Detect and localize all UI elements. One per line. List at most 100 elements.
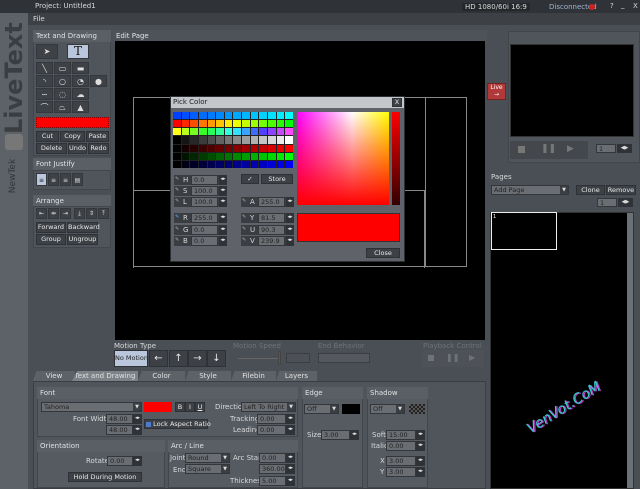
palette-swatch[interactable]: [242, 160, 250, 168]
justify-full-icon[interactable]: ▤: [72, 173, 83, 186]
palette-swatch[interactable]: [181, 120, 190, 128]
palette-swatch[interactable]: [259, 128, 268, 136]
y-stepper[interactable]: ◂▸: [286, 213, 294, 223]
dialog-close-button[interactable]: Close: [366, 248, 400, 258]
align-right-icon[interactable]: ⇥: [60, 208, 71, 219]
palette-swatch[interactable]: [207, 120, 216, 128]
edge-mode-dropdown[interactable]: Off ▼: [304, 404, 339, 414]
palette-swatch[interactable]: [250, 144, 259, 152]
shadow-soft-field[interactable]: 15.00: [386, 430, 416, 440]
backward-button[interactable]: Backward: [67, 222, 100, 233]
v-field[interactable]: 239.9: [258, 236, 285, 246]
tab-view[interactable]: View: [33, 371, 75, 381]
stop-icon[interactable]: [518, 146, 525, 153]
palette-swatch[interactable]: [233, 136, 242, 144]
palette-swatch[interactable]: [181, 112, 190, 120]
store-button[interactable]: Store: [261, 174, 293, 184]
arc-end-field[interactable]: 360.00: [259, 464, 286, 474]
rotate-field[interactable]: 0.00: [107, 456, 133, 466]
palette-swatch[interactable]: [259, 112, 268, 120]
preview-page-field[interactable]: 1: [596, 144, 616, 153]
palette-swatch[interactable]: [190, 144, 198, 152]
arc-tool-icon[interactable]: ◝: [36, 75, 53, 87]
palette-swatch[interactable]: [285, 128, 293, 136]
rectangle-tool-icon[interactable]: ▭: [54, 62, 71, 74]
filled-trapezoid-tool-icon[interactable]: ▲: [72, 101, 89, 113]
edge-size-stepper[interactable]: ◂▸: [350, 430, 359, 440]
palette-swatch[interactable]: [173, 136, 181, 144]
a-field[interactable]: 255.0: [258, 197, 285, 207]
channel-toggle-icon[interactable]: ✎: [242, 237, 246, 243]
palette-swatch[interactable]: [207, 144, 216, 152]
palette-swatch[interactable]: [198, 144, 207, 152]
palette-swatch[interactable]: [276, 144, 285, 152]
channel-toggle-icon[interactable]: ✎: [175, 226, 179, 232]
underline-button[interactable]: U: [195, 402, 205, 412]
arc-end-stepper[interactable]: ◂▸: [286, 464, 295, 474]
trapezoid-tool-icon[interactable]: ⏢: [54, 101, 71, 113]
palette-swatch[interactable]: [233, 128, 242, 136]
tab-text-and-drawing[interactable]: Text and Drawing: [72, 371, 138, 381]
thickness-stepper[interactable]: ◂▸: [286, 476, 295, 486]
shadow-x-stepper[interactable]: ◂▸: [416, 456, 425, 466]
palette-swatch[interactable]: [181, 136, 190, 144]
motion-down-button[interactable]: ↓: [207, 350, 226, 367]
palette-swatch[interactable]: [268, 128, 276, 136]
palette-swatch[interactable]: [233, 120, 242, 128]
palette-swatch[interactable]: [190, 160, 198, 168]
direction-dropdown[interactable]: Left To Right ▼: [241, 402, 296, 412]
pie-tool-icon[interactable]: ◔: [72, 75, 89, 87]
palette-swatch[interactable]: [216, 120, 224, 128]
palette-swatch[interactable]: [173, 144, 181, 152]
palette-swatch[interactable]: [198, 128, 207, 136]
s-stepper[interactable]: ◂▸: [219, 186, 227, 196]
palette-swatch[interactable]: [207, 128, 216, 136]
filled-ellipse-tool-icon[interactable]: ●: [90, 75, 107, 87]
palette-swatch[interactable]: [190, 120, 198, 128]
palette-swatch[interactable]: [224, 120, 233, 128]
motion-left-button[interactable]: ←: [149, 350, 168, 367]
channel-toggle-icon[interactable]: ✎: [175, 187, 179, 193]
palette-swatch[interactable]: [173, 152, 181, 160]
palette-swatch[interactable]: [190, 152, 198, 160]
font-height-stepper[interactable]: ◂▸: [133, 425, 142, 435]
shadow-mode-dropdown[interactable]: Off ▼: [370, 404, 405, 414]
edge-color-swatch[interactable]: [342, 404, 360, 414]
pages-page-field[interactable]: 1: [597, 198, 617, 207]
h-field[interactable]: 0.0: [191, 175, 218, 185]
palette-swatch[interactable]: [242, 136, 250, 144]
motion-right-button[interactable]: →: [188, 350, 207, 367]
line-tool-icon[interactable]: ╲: [36, 62, 53, 74]
palette-swatch[interactable]: [285, 120, 293, 128]
add-page-dropdown[interactable]: Add Page ▼: [491, 185, 569, 195]
align-top-icon[interactable]: ⤒: [98, 208, 109, 219]
palette-swatch[interactable]: [276, 136, 285, 144]
palette-swatch[interactable]: [216, 136, 224, 144]
b-stepper[interactable]: ◂▸: [219, 236, 227, 246]
lock-aspect-ratio-toggle[interactable]: Lock Aspect Ratio: [144, 419, 211, 429]
palette-swatch[interactable]: [268, 160, 276, 168]
ellipse-tool-icon[interactable]: ○: [54, 75, 71, 87]
palette-swatch[interactable]: [250, 128, 259, 136]
palette-swatch[interactable]: [173, 112, 181, 120]
palette-swatch[interactable]: [181, 128, 190, 136]
pages-page-stepper[interactable]: ◀▶: [618, 198, 633, 207]
align-bottom-icon[interactable]: ⤓: [74, 208, 85, 219]
thickness-field[interactable]: 5.00: [259, 476, 286, 486]
remove-button[interactable]: Remove: [606, 185, 636, 195]
shadow-italic-stepper[interactable]: ◂▸: [416, 441, 425, 451]
leading-stepper[interactable]: ◂▸: [286, 425, 295, 435]
palette-swatch[interactable]: [233, 152, 242, 160]
shadow-italic-field[interactable]: 0.00: [386, 441, 416, 451]
font-height-field[interactable]: 48.00: [106, 425, 133, 435]
b-field[interactable]: 0.0: [191, 236, 218, 246]
palette-swatch[interactable]: [276, 152, 285, 160]
font-width-field[interactable]: 48.00: [106, 414, 133, 424]
palette-swatch[interactable]: [242, 120, 250, 128]
palette-swatch[interactable]: [207, 152, 216, 160]
clone-button[interactable]: Clone: [576, 185, 605, 195]
palette-swatch[interactable]: [285, 112, 293, 120]
palette-swatch[interactable]: [259, 144, 268, 152]
palette-swatch[interactable]: [216, 112, 224, 120]
motion-speed-field[interactable]: [286, 353, 310, 363]
